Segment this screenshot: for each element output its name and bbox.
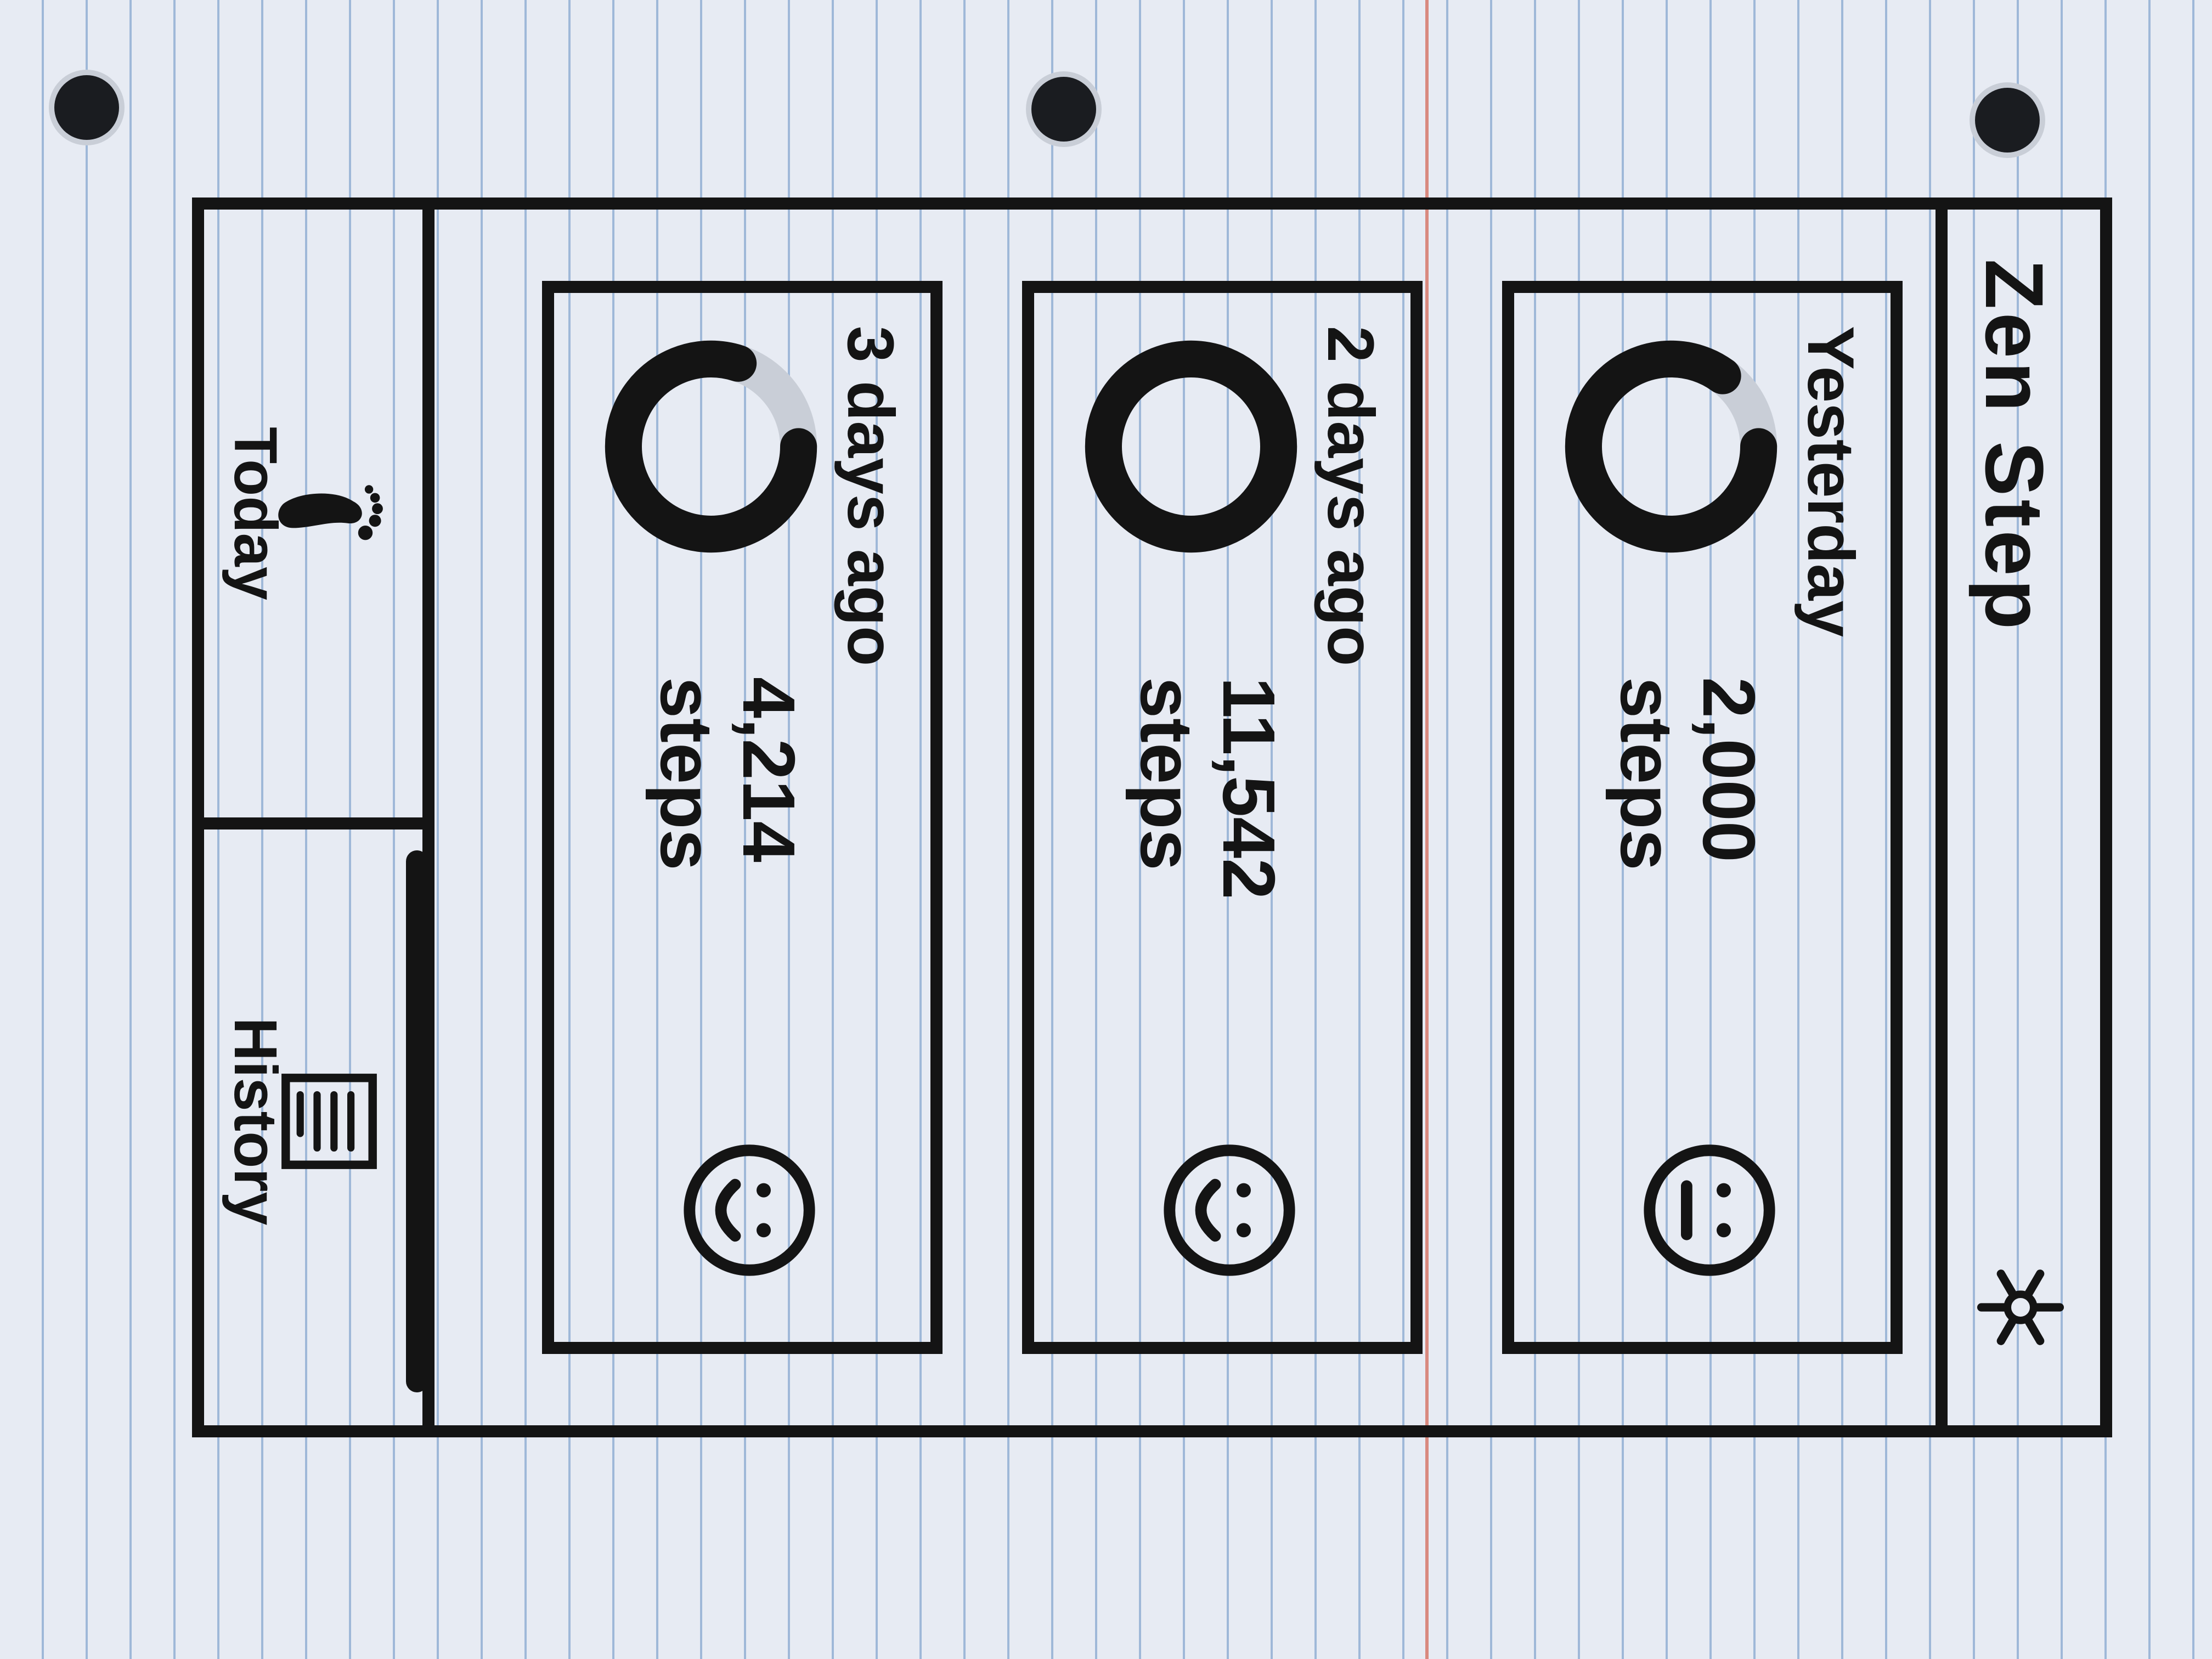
step-count-unit: steps	[1125, 677, 1208, 871]
progress-ring	[1565, 340, 1778, 553]
bottom-nav: Today History	[204, 210, 435, 1425]
binder-hole-left	[54, 75, 119, 140]
day-card[interactable]: 2 days ago 11,542 steps	[1022, 281, 1423, 1354]
day-card-label: 3 days ago	[834, 326, 907, 667]
neutral-face-icon	[1644, 1144, 1775, 1276]
active-tab-indicator	[406, 850, 428, 1392]
nav-item-history[interactable]: History	[204, 817, 428, 1425]
smile-face-icon	[684, 1144, 815, 1276]
day-card-label: 2 days ago	[1314, 326, 1387, 667]
nav-label-today: Today	[222, 427, 289, 600]
step-count: 4,214 steps	[645, 677, 810, 871]
phone-wireframe: Zen Step Yesterday 2,000 steps 2 days ag…	[192, 198, 2112, 1437]
smile-face-icon	[1164, 1144, 1295, 1276]
binder-hole-right	[1975, 88, 2040, 153]
nav-label-history: History	[222, 1017, 289, 1226]
day-card[interactable]: Yesterday 2,000 steps	[1502, 281, 1903, 1354]
step-count-unit: steps	[645, 677, 728, 871]
day-card[interactable]: 3 days ago 4,214 steps	[542, 281, 943, 1354]
phone-frame: Zen Step Yesterday 2,000 steps 2 days ag…	[192, 198, 2112, 1437]
step-count: 11,542 steps	[1125, 677, 1290, 899]
step-count-unit: steps	[1605, 677, 1688, 871]
progress-ring	[605, 340, 817, 553]
step-count-value: 2,000	[1688, 677, 1770, 862]
day-card-label: Yesterday	[1794, 326, 1867, 637]
progress-ring	[1085, 340, 1297, 553]
binder-hole-middle	[1031, 77, 1096, 142]
gear-icon[interactable]	[1974, 1261, 2067, 1354]
app-title: Zen Step	[1968, 259, 2061, 633]
app-header: Zen Step	[1936, 210, 2100, 1425]
history-list: Yesterday 2,000 steps 2 days ago 11,542 …	[542, 281, 1903, 1354]
step-count-value: 11,542	[1207, 677, 1290, 900]
step-count: 2,000 steps	[1605, 677, 1770, 871]
step-count-value: 4,214	[727, 677, 810, 862]
nav-item-today[interactable]: Today	[204, 210, 422, 817]
